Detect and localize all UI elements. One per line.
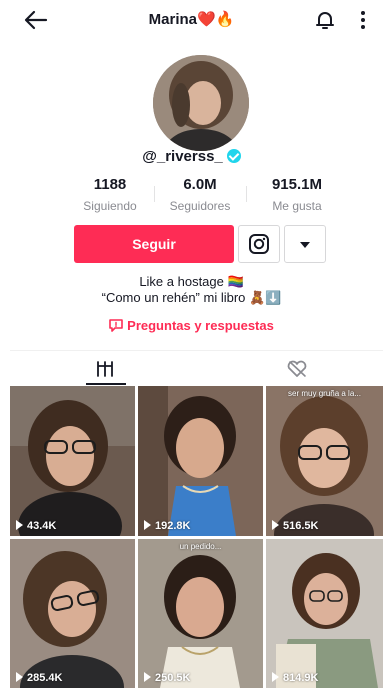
following-label: Siguiendo (83, 199, 137, 213)
qa-link[interactable]: Preguntas y respuestas (0, 318, 383, 333)
stat-likes: 915.1M Me gusta (252, 176, 342, 213)
suggested-accounts-button[interactable] (284, 225, 326, 263)
play-icon (16, 672, 23, 682)
stat-followers[interactable]: 6.0M Seguidores (155, 176, 245, 213)
play-icon (144, 520, 151, 530)
video-grid: 43.4K 192.8K ser muy gruña a la... 516.5… (10, 386, 383, 688)
instagram-icon (249, 234, 269, 254)
username: @_riverss_ (142, 148, 223, 165)
view-count: 285.4K (16, 672, 62, 684)
view-count: 814.9K (272, 672, 318, 684)
followers-label: Seguidores (169, 199, 231, 213)
view-count: 192.8K (144, 520, 190, 532)
bell-icon[interactable] (313, 8, 337, 32)
video-thumbnail[interactable]: 285.4K (10, 539, 135, 688)
caret-down-icon (300, 242, 310, 248)
liked-videos-icon[interactable] (286, 360, 308, 378)
video-thumbnail[interactable]: un pedido... 250.5K (138, 539, 263, 688)
bio: Like a hostage 🏳️‍🌈 “Como un rehén” mi l… (0, 274, 383, 306)
follow-button[interactable]: Seguir (74, 225, 234, 263)
top-bar: Marina❤️🔥 (0, 0, 383, 40)
following-count: 1188 (93, 176, 127, 193)
video-thumbnail[interactable]: 43.4K (10, 386, 135, 536)
more-options-icon[interactable] (356, 8, 370, 32)
bio-line-2: “Como un rehén” mi libro 🧸⬇️ (101, 290, 282, 305)
play-icon (16, 520, 23, 530)
stat-following[interactable]: 1188 Siguiendo (65, 176, 155, 213)
play-icon (144, 672, 151, 682)
followers-count: 6.0M (183, 176, 217, 193)
stats-row: 1188 Siguiendo 6.0M Seguidores 915.1M Me… (0, 176, 383, 216)
active-tab-indicator (86, 383, 126, 385)
stats-divider (154, 186, 155, 202)
play-icon (272, 520, 279, 530)
view-count: 43.4K (16, 520, 56, 532)
stats-divider (246, 186, 247, 202)
likes-count: 915.1M (271, 176, 323, 193)
bio-line-1: Like a hostage 🏳️‍🌈 (139, 274, 244, 289)
play-icon (272, 672, 279, 682)
verified-badge-icon (226, 149, 241, 163)
likes-label: Me gusta (272, 199, 322, 213)
video-caption-overlay: un pedido... (179, 542, 222, 551)
avatar[interactable] (153, 55, 249, 151)
view-count: 516.5K (272, 520, 318, 532)
qa-label: Preguntas y respuestas (127, 318, 274, 333)
video-thumbnail[interactable]: 192.8K (138, 386, 263, 536)
video-thumbnail[interactable]: 814.9K (266, 539, 383, 688)
grid-videos-icon[interactable] (96, 360, 114, 378)
video-thumbnail[interactable]: ser muy gruña a la... 516.5K (266, 386, 383, 536)
username-row: @_riverss_ (0, 148, 383, 165)
instagram-button[interactable] (238, 225, 280, 263)
video-caption-overlay: ser muy gruña a la... (288, 389, 361, 398)
qa-icon (109, 319, 123, 332)
view-count: 250.5K (144, 672, 190, 684)
content-tabs (10, 350, 383, 386)
